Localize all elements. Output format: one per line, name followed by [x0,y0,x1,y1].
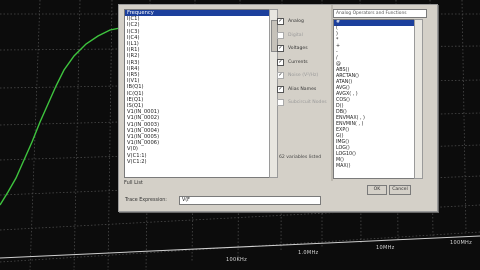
checkbox-label: Analog [288,19,304,25]
grid-vertical-line [73,0,81,270]
filter-checkbox[interactable]: Digital [277,29,333,43]
simulation-variables-list[interactable]: Frequency I(C1) I(C2) I(C3) I(C4) I(L1) I(R1)… [124,9,271,178]
ok-button[interactable]: OK [367,185,387,195]
checkbox-box[interactable] [277,99,284,107]
checkbox-label: Currents [288,59,308,65]
cancel-button[interactable]: Cancel [389,185,411,195]
filter-checkbox[interactable]: ✓ Currents [277,56,333,70]
checkbox-label: Noise (V²/Hz) [288,73,319,79]
grid-vertical-line [107,0,113,270]
filter-checkbox[interactable]: Subcircuit Nodes [277,96,333,110]
x-axis [0,235,480,259]
filter-checkbox[interactable]: ✓ Alias Names [277,83,333,97]
variable-item[interactable]: V(C1:2) [125,159,270,165]
x-tick-label-10mhz: 10MHz [376,245,395,251]
plot-trace [0,27,121,206]
x-tick-label-100mhz: 100MHz [450,240,473,246]
checkbox-box[interactable] [277,31,284,39]
x-tick-label-1mhz: 1.0MHz [298,250,319,256]
checkbox-box[interactable]: ✓ [277,45,284,53]
filter-checkbox[interactable]: ✓ Noise (V²/Hz) [277,69,333,83]
trace-expression-input[interactable]: V(F [179,196,321,205]
full-list-label: Full List [124,180,143,186]
add-traces-dialog: Frequency I(C1) I(C2) I(C3) I(C4) I(L1) I(R1)… [118,4,438,212]
functions-scrollbar[interactable] [414,19,423,179]
function-item[interactable]: MAX() [334,164,414,170]
checkbox-box[interactable]: ✓ [277,58,284,66]
functions-dropdown[interactable]: Analog Operators and Functions [333,9,427,18]
filter-checkbox[interactable]: ✓ Analog [277,15,333,29]
checkbox-label: Alias Names [288,86,317,92]
checkbox-label: Digital [288,32,303,38]
trace-expression-label: Trace Expression: [125,198,167,203]
filter-checkboxes: ✓ Analog Digital ✓ Voltages ✓ Currents ✓ Noise (… [277,15,333,110]
filter-checkbox[interactable]: ✓ Voltages [277,42,333,56]
x-tick-label-100khz: 100KHz [226,257,248,263]
grid-vertical-line [461,0,467,233]
checkbox-label: Subcircuit Nodes [288,100,327,106]
functions-list[interactable]: #() * + - / @ ABS() ARCTAN() ATAN() AVG() AVGX( , … [333,19,415,179]
checkbox-box[interactable]: ✓ [277,85,284,93]
checkbox-box[interactable]: ✓ [277,72,284,80]
checkbox-label: Voltages [288,46,308,52]
variable-count: 62 variables listed [279,155,322,160]
checkbox-box[interactable]: ✓ [277,18,284,26]
